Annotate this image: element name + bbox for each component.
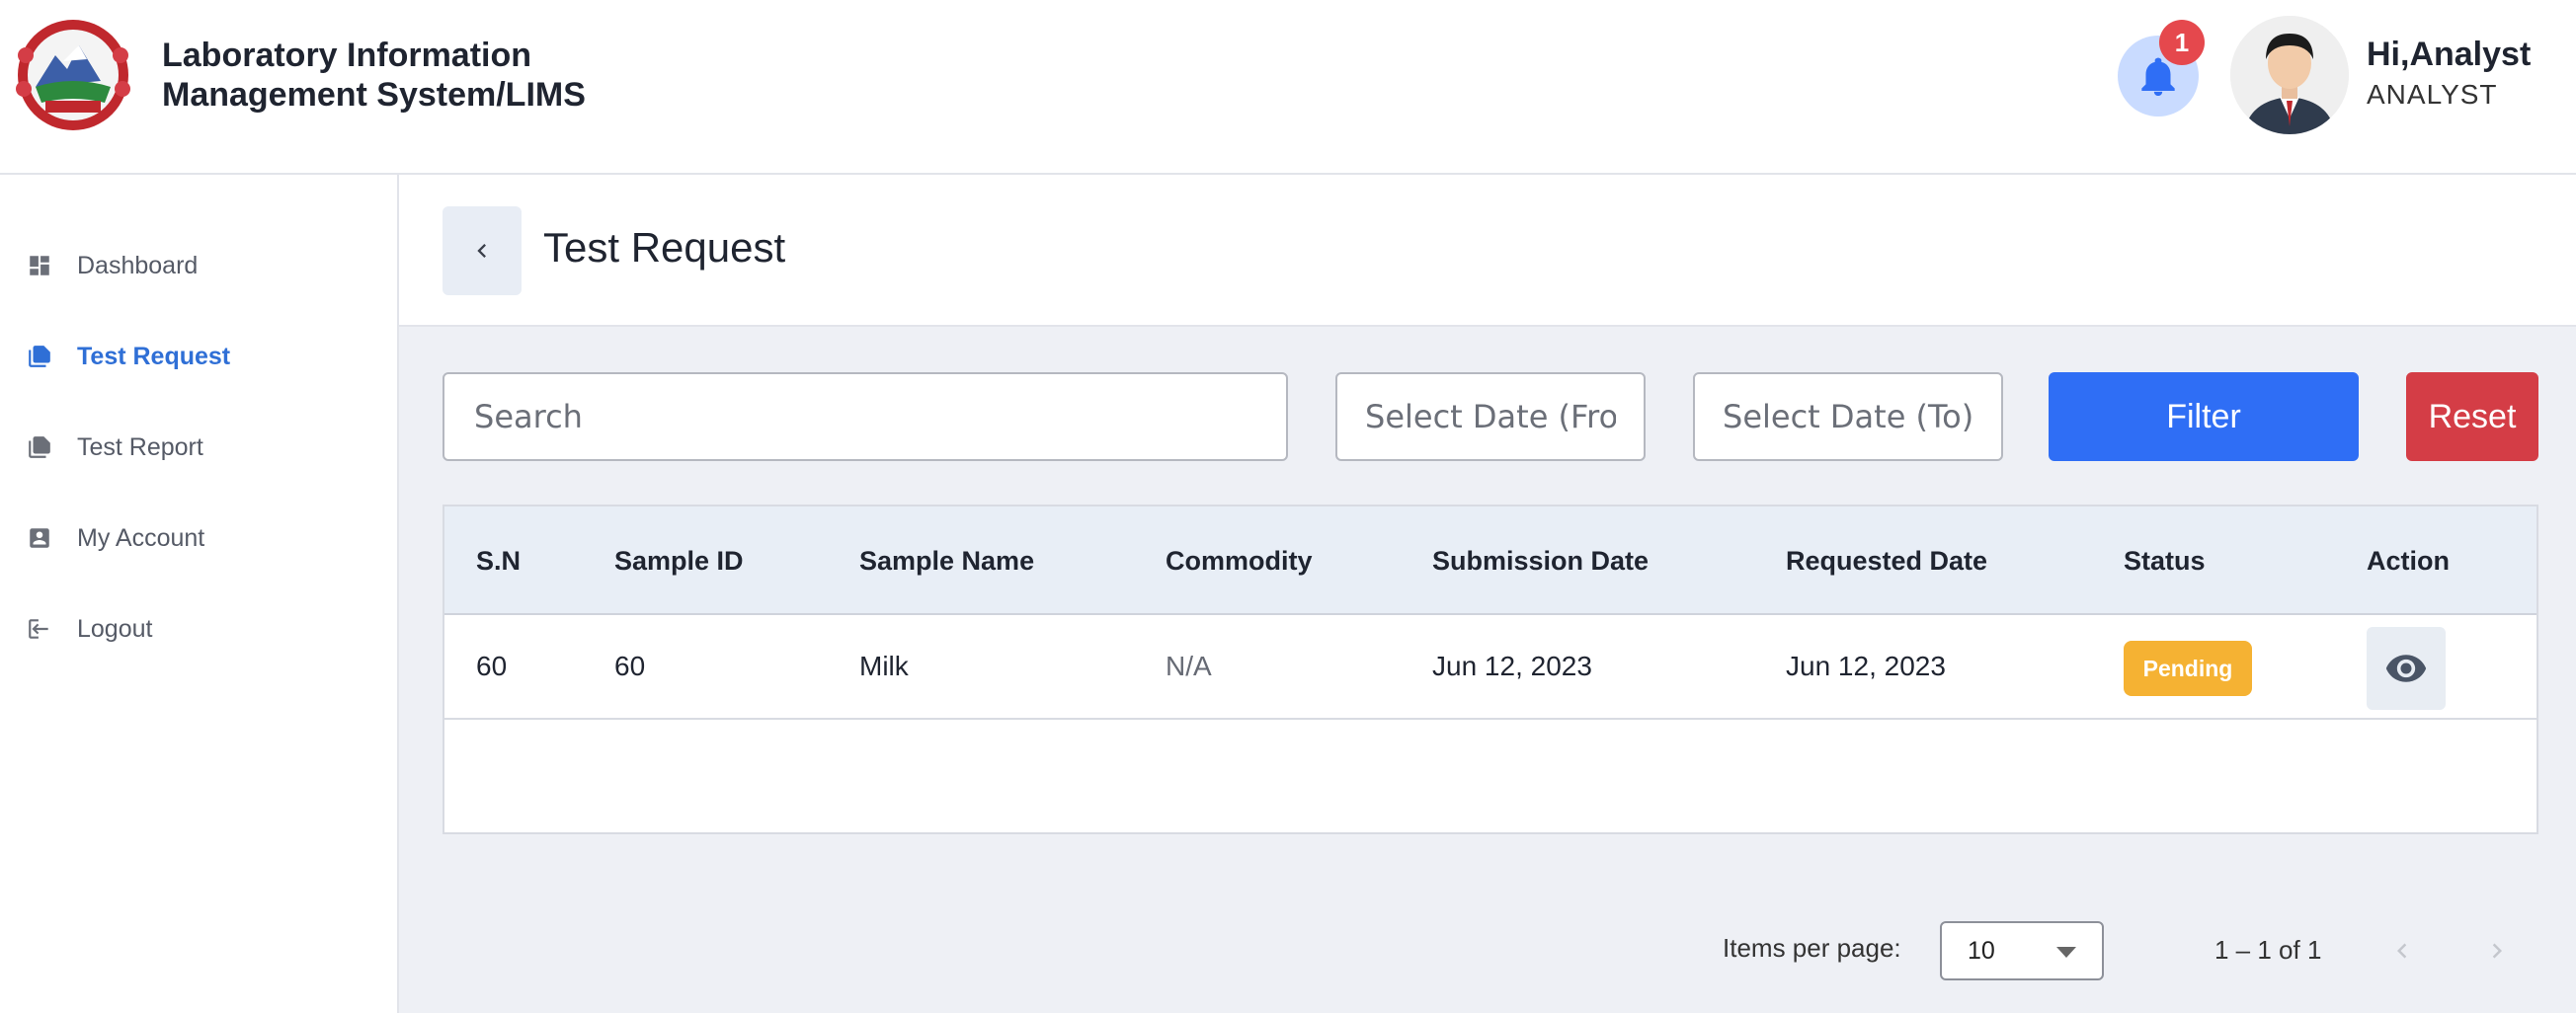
column-header-sample-name: Sample Name bbox=[859, 546, 1035, 576]
column-header-action: Action bbox=[2367, 546, 2450, 576]
main-content: Test Request Filter Reset S.N Sample ID … bbox=[399, 175, 2576, 1013]
filter-button[interactable]: Filter bbox=[2049, 372, 2359, 461]
column-header-commodity: Commodity bbox=[1166, 546, 1313, 576]
dashboard-icon bbox=[24, 250, 55, 281]
chevron-left-icon bbox=[2397, 943, 2407, 959]
cell-sample-id: 60 bbox=[614, 651, 646, 681]
test-request-table: S.N Sample ID Sample Name Commodity Subm… bbox=[443, 505, 2538, 980]
caret-down-icon bbox=[2056, 947, 2076, 958]
cell-commodity: N/A bbox=[1166, 651, 1212, 681]
search-input[interactable] bbox=[443, 372, 1288, 461]
chevron-left-icon bbox=[477, 244, 486, 258]
items-per-page-label: Items per page: bbox=[1723, 933, 1901, 963]
column-header-sample-id: Sample ID bbox=[614, 546, 744, 576]
document-copy-icon bbox=[24, 431, 55, 463]
cell-sn: 60 bbox=[476, 651, 508, 681]
sidebar-item-label: Logout bbox=[77, 614, 153, 643]
cell-submission-date: Jun 12, 2023 bbox=[1432, 651, 1592, 681]
column-header-requested-date: Requested Date bbox=[1786, 546, 1988, 576]
column-header-submission-date: Submission Date bbox=[1432, 546, 1650, 576]
sidebar-item-label: My Account bbox=[77, 523, 205, 552]
app-title: Laboratory Information Management System… bbox=[162, 36, 676, 115]
date-from-input[interactable] bbox=[1335, 372, 1646, 461]
top-header: Laboratory Information Management System… bbox=[0, 0, 2576, 175]
sidebar-item-label: Test Report bbox=[77, 432, 203, 461]
cell-sample-name: Milk bbox=[859, 651, 909, 681]
page-title: Test Request bbox=[543, 224, 786, 271]
user-role: ANALYST bbox=[2367, 79, 2498, 110]
app-title-line2: Management System/LIMS bbox=[162, 76, 586, 114]
view-button[interactable] bbox=[2367, 627, 2446, 710]
account-box-icon bbox=[24, 522, 55, 554]
sidebar-item-label: Dashboard bbox=[77, 251, 199, 279]
column-header-sn: S.N bbox=[476, 546, 522, 576]
avatar[interactable] bbox=[2230, 16, 2349, 134]
items-per-page-value: 10 bbox=[1968, 937, 1995, 965]
eye-icon bbox=[2385, 655, 2427, 682]
status-badge: Pending bbox=[2124, 641, 2252, 696]
app-title-line1: Laboratory Information bbox=[162, 37, 532, 74]
page-header: Test Request bbox=[399, 175, 2576, 327]
chevron-right-icon bbox=[2492, 943, 2502, 959]
sidebar-item-dashboard[interactable]: Dashboard bbox=[24, 246, 198, 285]
nepal-emblem-logo bbox=[16, 20, 130, 130]
next-page-button[interactable] bbox=[2475, 929, 2519, 973]
pagination-range: 1 – 1 of 1 bbox=[2214, 935, 2322, 965]
document-copy-icon bbox=[24, 341, 55, 372]
column-header-status: Status bbox=[2124, 546, 2206, 576]
sidebar-item-my-account[interactable]: My Account bbox=[24, 518, 204, 558]
sidebar-item-test-report[interactable]: Test Report bbox=[24, 428, 203, 467]
sidebar-item-logout[interactable]: Logout bbox=[24, 609, 152, 649]
logout-icon bbox=[24, 613, 55, 645]
cell-requested-date: Jun 12, 2023 bbox=[1786, 651, 1946, 681]
table-header: S.N Sample ID Sample Name Commodity Subm… bbox=[444, 506, 2536, 615]
back-button[interactable] bbox=[443, 206, 522, 295]
items-per-page-select[interactable]: 10 bbox=[1940, 921, 2104, 980]
sidebar-item-test-request[interactable]: Test Request bbox=[24, 337, 230, 376]
sidebar: Dashboard Test Request Test Report My Ac… bbox=[0, 175, 399, 1013]
user-avatar-icon bbox=[2230, 16, 2349, 134]
user-greeting: Hi,Analyst bbox=[2367, 36, 2532, 73]
notification-count-badge: 1 bbox=[2159, 20, 2205, 65]
table-row: 60 60 Milk N/A Jun 12, 2023 Jun 12, 2023… bbox=[444, 617, 2536, 720]
date-to-input[interactable] bbox=[1693, 372, 2003, 461]
reset-button[interactable]: Reset bbox=[2406, 372, 2538, 461]
sidebar-item-label: Test Request bbox=[77, 342, 231, 370]
previous-page-button[interactable] bbox=[2380, 929, 2424, 973]
